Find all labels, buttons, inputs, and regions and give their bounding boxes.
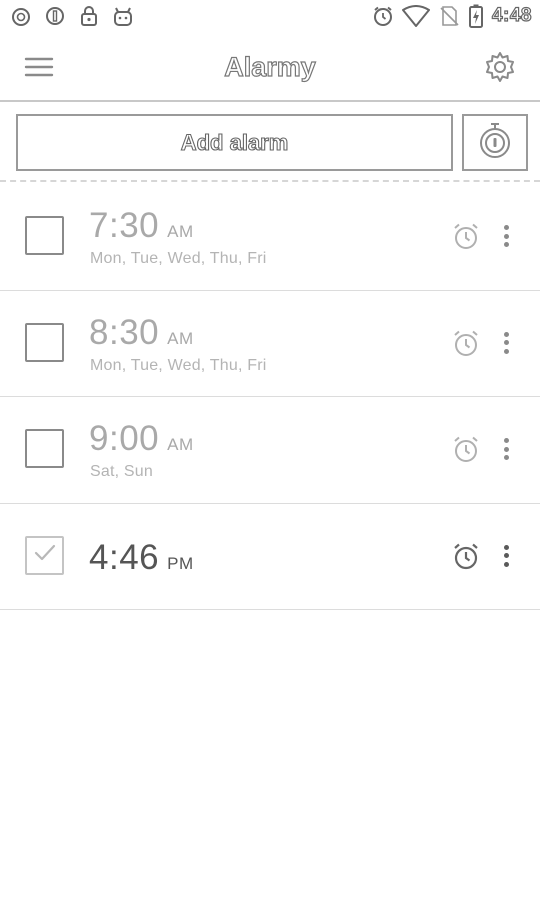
timer-button[interactable]: [462, 114, 528, 171]
more-options-icon[interactable]: [496, 219, 516, 253]
more-options-icon[interactable]: [496, 432, 516, 466]
alarm-enable-checkbox[interactable]: [25, 535, 64, 575]
battery-charging-icon: [468, 4, 484, 28]
alarm-clock-icon[interactable]: [450, 540, 482, 572]
alarm-item[interactable]: 8:30 AM Mon, Tue, Wed, Thu, Fri: [0, 291, 540, 397]
status-bar: 4:48: [0, 0, 540, 32]
stopwatch-icon: [475, 119, 515, 166]
wifi-icon: [401, 5, 430, 27]
alarm-repeat-days: Sat, Sun: [90, 463, 153, 480]
alarm-enable-checkbox[interactable]: [25, 216, 64, 255]
alarm-clock-icon: [372, 5, 394, 27]
sync-icon: [44, 5, 66, 27]
alarm-time: 7:30 AM: [89, 206, 194, 246]
alarm-item[interactable]: 9:00 AM Sat, Sun: [0, 397, 540, 504]
lock-icon: [78, 5, 100, 27]
alarm-time: 8:30 AM: [89, 313, 194, 353]
alarm-clock-icon[interactable]: [450, 327, 482, 359]
alarm-time-value: 7:30: [89, 206, 160, 245]
add-alarm-label: Add alarm: [180, 129, 289, 155]
alarm-time-period: AM: [167, 435, 194, 454]
more-options-icon[interactable]: [496, 326, 516, 360]
alarm-time: 9:00 AM: [89, 419, 194, 459]
alarm-enable-checkbox[interactable]: [25, 429, 64, 468]
alarm-time-value: 8:30: [89, 312, 160, 352]
alarm-repeat-days: Mon, Tue, Wed, Thu, Fri: [90, 250, 267, 267]
alarm-clock-icon[interactable]: [450, 433, 482, 465]
app-title: Alarmy: [224, 51, 317, 82]
alarm-time-value: 4:46: [89, 537, 160, 577]
alarm-enable-checkbox[interactable]: [25, 322, 64, 362]
alarm-repeat-days: Mon, Tue, Wed, Thu, Fri: [90, 356, 267, 374]
alarm-time-period: PM: [167, 553, 194, 573]
alarm-item[interactable]: 7:30 AM Mon, Tue, Wed, Thu, Fri: [0, 184, 540, 291]
add-alarm-button[interactable]: Add alarm: [16, 114, 453, 171]
checkmark-icon: [32, 542, 58, 569]
status-time: 4:48: [491, 4, 532, 26]
alarm-status-icon: [10, 5, 32, 27]
gear-icon[interactable]: [482, 49, 518, 85]
more-options-icon[interactable]: [496, 539, 516, 573]
alarm-item[interactable]: 4:46 PM: [0, 504, 540, 610]
alarm-clock-icon[interactable]: [450, 220, 482, 252]
alarm-time-value: 9:00: [89, 419, 160, 458]
alarm-time-period: AM: [167, 328, 194, 348]
add-alarm-bar: Add alarm: [0, 104, 540, 182]
app-toolbar: Alarmy: [0, 32, 540, 102]
android-icon: [112, 5, 134, 27]
alarm-list: 7:30 AM Mon, Tue, Wed, Thu, Fri 8:30 AM …: [0, 184, 540, 610]
alarm-time: 4:46 PM: [89, 538, 194, 578]
alarm-time-period: AM: [167, 222, 194, 241]
no-sim-icon: [438, 5, 460, 27]
